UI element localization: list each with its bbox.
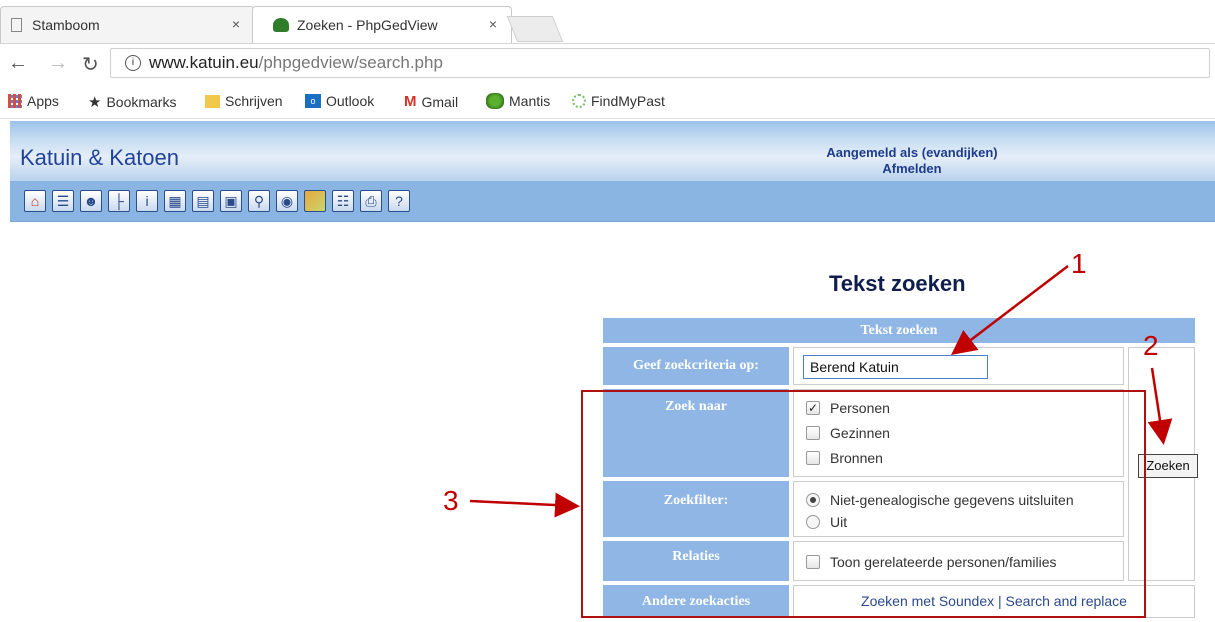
- url-field[interactable]: i www.katuin.eu/phpgedview/search.php: [110, 48, 1210, 78]
- print-icon[interactable]: ⎙: [360, 190, 382, 212]
- url-host: www.katuin.eu: [149, 53, 259, 72]
- bookmark-label: Outlook: [326, 93, 375, 109]
- bookmark-label: Mantis: [509, 93, 551, 109]
- search-icon[interactable]: ⚲: [248, 190, 270, 212]
- help-icon[interactable]: ?: [388, 190, 410, 212]
- new-tab-button[interactable]: [506, 16, 564, 42]
- login-status: Aangemeld als (evandijken) Afmelden: [802, 145, 1022, 177]
- annotation-highlight-box: [581, 390, 1146, 618]
- browser-tab-bar: Stamboom × Zoeken - PhpGedView ×: [0, 0, 1215, 44]
- annotation-number-2: 2: [1143, 330, 1159, 361]
- site-header: Katuin & Katoen Aangemeld als (evandijke…: [10, 121, 1215, 181]
- criteria-label: Geef zoekcriteria op:: [603, 347, 789, 385]
- bookmark-gmail[interactable]: M Gmail: [404, 93, 458, 110]
- bookmark-label: Apps: [27, 93, 59, 109]
- reload-icon[interactable]: ↻: [82, 52, 99, 77]
- annotation-number-3: 3: [443, 485, 459, 516]
- bookmark-label: Bookmarks: [106, 94, 177, 110]
- mantis-icon: [486, 93, 504, 109]
- search-input[interactable]: Berend Katuin: [803, 355, 988, 379]
- close-icon[interactable]: ×: [489, 16, 497, 32]
- bookmark-outlook[interactable]: o Outlook: [305, 93, 374, 109]
- save-icon[interactable]: ▣: [220, 190, 242, 212]
- folder-icon: [205, 94, 220, 108]
- tab-title: Stamboom: [32, 17, 100, 33]
- tab-stamboom[interactable]: Stamboom ×: [0, 6, 255, 43]
- site-title[interactable]: Katuin & Katoen: [20, 145, 179, 171]
- media-icon[interactable]: ◉: [276, 190, 298, 212]
- individual-icon[interactable]: i: [136, 190, 158, 212]
- page-title: Tekst zoeken: [829, 271, 966, 296]
- arrow-3: [469, 492, 580, 518]
- pedigree-icon[interactable]: ├: [108, 190, 130, 212]
- person-icon[interactable]: ☻: [80, 190, 102, 212]
- bookmark-apps[interactable]: Apps: [8, 93, 59, 109]
- bookmark-label: Schrijven: [225, 93, 283, 109]
- book-icon[interactable]: ☷: [332, 190, 354, 212]
- bookmark-label: FindMyPast: [591, 93, 665, 109]
- bookmark-findmypast[interactable]: FindMyPast: [572, 93, 665, 109]
- list-icon[interactable]: ☰: [52, 190, 74, 212]
- logout-link[interactable]: Afmelden: [802, 161, 1022, 177]
- annotation-number-1: 1: [1071, 248, 1087, 279]
- bookmark-label: Gmail: [421, 93, 459, 110]
- tab-title: Zoeken - PhpGedView: [297, 17, 438, 33]
- findmypast-icon: [572, 94, 586, 108]
- tree-favicon-icon: [273, 18, 289, 32]
- map-icon[interactable]: [304, 190, 326, 212]
- login-text: Aangemeld als (evandijken): [826, 145, 998, 160]
- bookmarks-bar: Apps ★ Bookmarks Schrijven o Outlook M G…: [0, 86, 1215, 119]
- tab-zoeken[interactable]: Zoeken - PhpGedView ×: [252, 6, 512, 43]
- main-toolbar: ⌂ ☰ ☻ ├ i ▦ ▤ ▣ ⚲ ◉ ☷ ⎙ ?: [10, 181, 1215, 222]
- outlook-icon: o: [305, 94, 321, 108]
- search-table-header: Tekst zoeken: [603, 318, 1195, 343]
- home-icon[interactable]: ⌂: [24, 190, 46, 212]
- bookmark-bookmarks[interactable]: ★ Bookmarks: [88, 93, 176, 111]
- report-icon[interactable]: ▤: [192, 190, 214, 212]
- star-icon: ★: [88, 94, 102, 111]
- calendar-icon[interactable]: ▦: [164, 190, 186, 212]
- apps-grid-icon: [8, 94, 22, 108]
- page-icon: [11, 18, 22, 32]
- back-icon[interactable]: ←: [8, 52, 28, 75]
- bookmark-schrijven[interactable]: Schrijven: [205, 93, 283, 109]
- search-button[interactable]: Zoeken: [1138, 454, 1198, 478]
- gmail-icon: M: [404, 93, 417, 110]
- forward-icon[interactable]: →: [48, 52, 68, 75]
- bookmark-mantis[interactable]: Mantis: [486, 93, 550, 109]
- info-icon: i: [125, 55, 141, 71]
- address-bar-row: ← → ↻ i www.katuin.eu/phpgedview/search.…: [0, 44, 1215, 84]
- close-icon[interactable]: ×: [232, 16, 240, 32]
- url-path: /phpgedview/search.php: [258, 53, 443, 72]
